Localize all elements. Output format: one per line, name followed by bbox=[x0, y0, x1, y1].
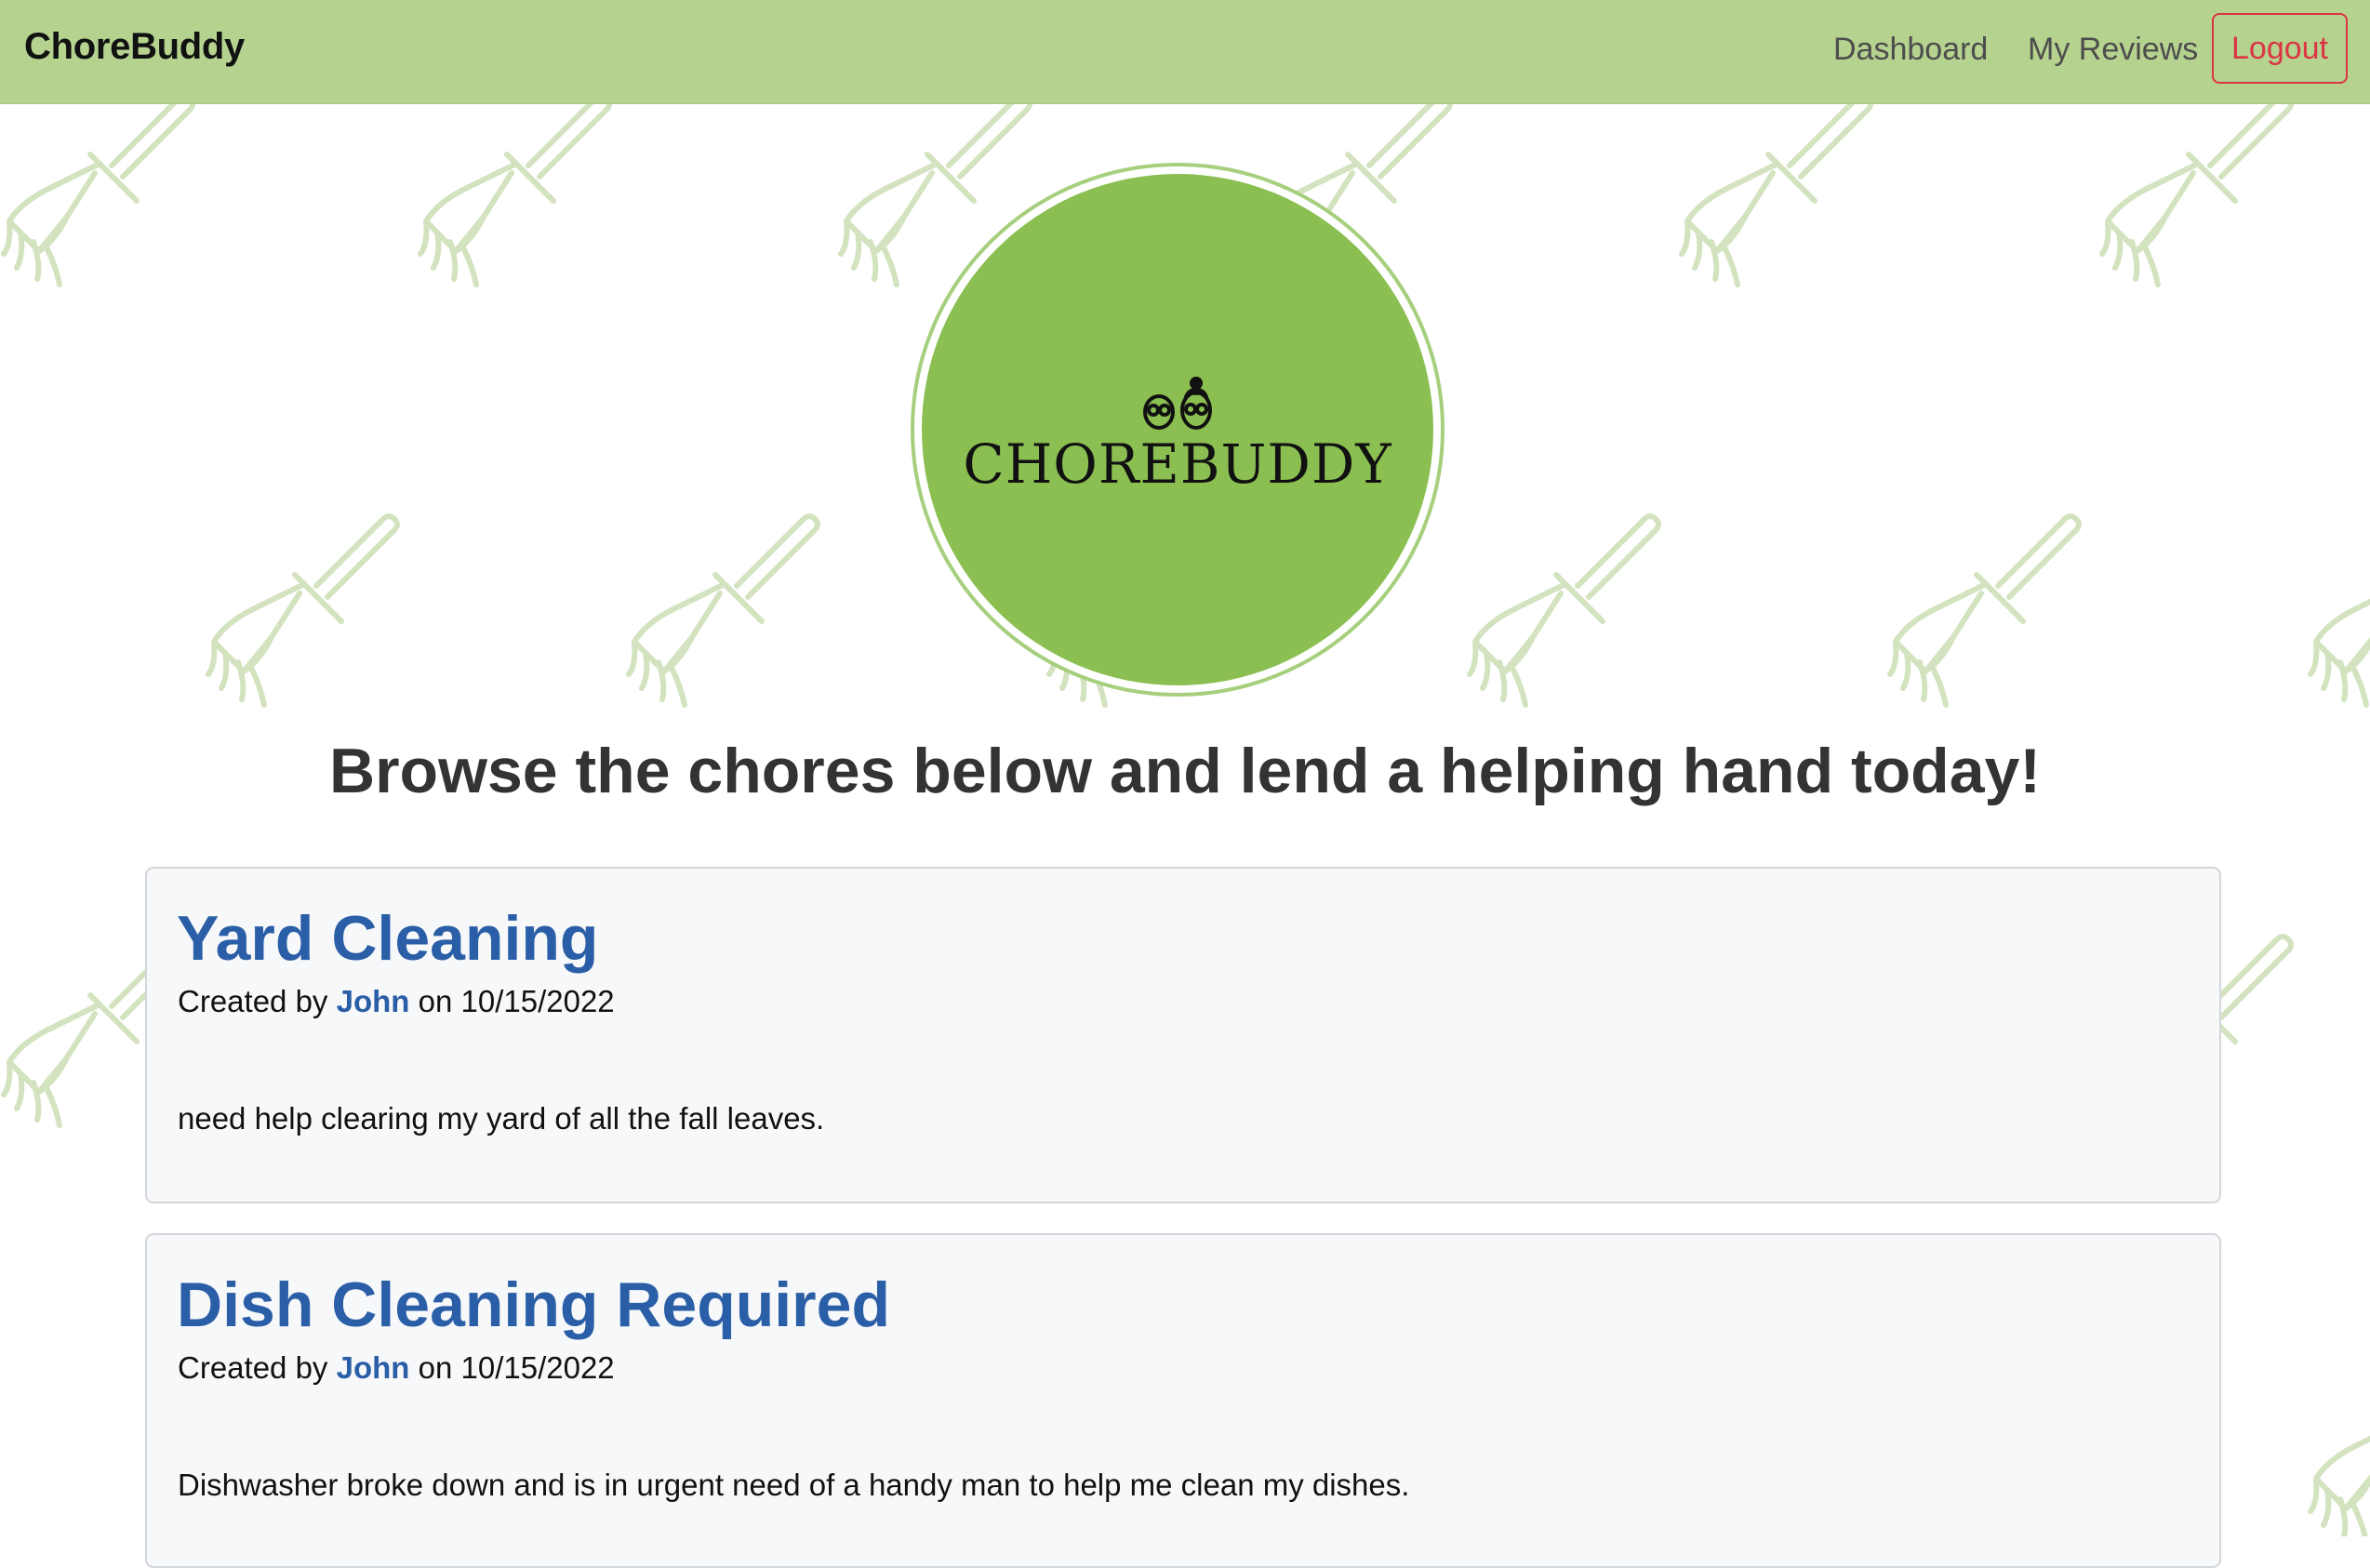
nav-dashboard-link[interactable]: Dashboard bbox=[1833, 32, 1988, 68]
page-headline: Browse the chores below and lend a helpi… bbox=[328, 736, 2042, 806]
logo-text: CHOREBUDDY bbox=[963, 432, 1392, 496]
chore-date: 10/15/2022 bbox=[460, 1350, 615, 1385]
brand-link[interactable]: ChoreBuddy bbox=[24, 26, 245, 68]
chore-description: Dishwasher broke down and is in urgent n… bbox=[178, 1468, 1410, 1502]
chorebuddy-logo: CHOREBUDDY bbox=[911, 163, 1445, 697]
chore-meta: Created by John on 10/15/2022 bbox=[178, 984, 615, 1019]
top-navbar: ChoreBuddy Dashboard My Reviews Logout bbox=[0, 0, 2370, 104]
chore-meta: Created by John on 10/15/2022 bbox=[178, 1350, 615, 1386]
created-by-label: Created by bbox=[178, 1350, 328, 1385]
chore-title-link[interactable]: Dish Cleaning Required bbox=[177, 1269, 890, 1341]
chore-card: Yard Cleaning Created by John on 10/15/2… bbox=[145, 867, 2221, 1203]
author-link[interactable]: John bbox=[337, 1350, 410, 1385]
date-prefix: on bbox=[418, 1350, 453, 1385]
chore-card: Dish Cleaning Required Created by John o… bbox=[145, 1233, 2221, 1568]
chore-date: 10/15/2022 bbox=[460, 984, 615, 1018]
logout-button[interactable]: Logout bbox=[2212, 13, 2348, 84]
date-prefix: on bbox=[418, 984, 453, 1018]
chore-title-link[interactable]: Yard Cleaning bbox=[177, 902, 598, 975]
created-by-label: Created by bbox=[178, 984, 328, 1018]
chore-description: need help clearing my yard of all the fa… bbox=[178, 1101, 825, 1136]
author-link[interactable]: John bbox=[337, 984, 410, 1018]
nav-my-reviews-link[interactable]: My Reviews bbox=[2028, 32, 2198, 68]
two-faces-icon bbox=[1143, 377, 1212, 430]
